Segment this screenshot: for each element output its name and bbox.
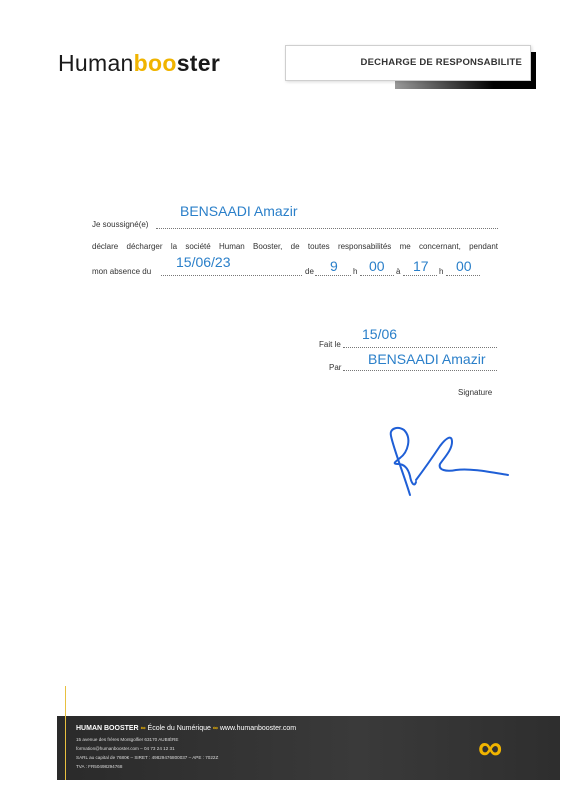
line-h2 xyxy=(403,275,437,276)
footer-legal: SARL au capital de 7680€ – SIRET : 49829… xyxy=(76,755,219,760)
title-box: DECHARGE DE RESPONSABILITE xyxy=(285,45,531,81)
footer-contact[interactable]: formation@humanbooster.com – 04 73 24 12… xyxy=(76,746,175,751)
line-soussigne xyxy=(156,228,498,229)
line-h1 xyxy=(315,275,351,276)
logo-prefix: Human xyxy=(58,50,134,76)
footer-school: École du Numérique xyxy=(147,725,211,732)
label-fait: Fait le xyxy=(319,340,341,349)
declaration-text: déclare décharger la société Human Boost… xyxy=(92,242,498,251)
line-m1 xyxy=(360,275,394,276)
line-fait xyxy=(343,347,497,348)
label-absence: mon absence du xyxy=(92,267,152,276)
footer-website[interactable]: www.humanbooster.com xyxy=(220,725,296,732)
infinity-icon: ∞ xyxy=(140,725,146,732)
value-soussigne: BENSAADI Amazir xyxy=(180,203,298,219)
value-par: BENSAADI Amazir xyxy=(368,351,486,367)
footer-tva: TVA : FR50498294768 xyxy=(76,764,123,769)
line-m2 xyxy=(446,275,480,276)
logo-oo: boo xyxy=(133,50,177,76)
label-par: Par xyxy=(329,363,342,372)
logo-suffix: ster xyxy=(176,50,221,76)
value-h1: 9 xyxy=(330,258,338,274)
value-date: 15/06/23 xyxy=(176,254,231,270)
document-title: DECHARGE DE RESPONSABILITE xyxy=(360,57,522,68)
label-h1: h xyxy=(353,267,358,276)
footer-address: 15 avenue des frères Montgolfier 63170 A… xyxy=(76,737,179,742)
label-signature: Signature xyxy=(458,388,493,397)
label-soussigne: Je soussigné(e) xyxy=(92,220,149,229)
value-m2: 00 xyxy=(456,258,472,274)
footer-accent-bar xyxy=(65,686,66,780)
humanbooster-logo: Humanbooster xyxy=(58,50,220,77)
line-par xyxy=(343,370,497,371)
label-a: à xyxy=(396,267,401,276)
value-m1: 00 xyxy=(369,258,385,274)
label-h2: h xyxy=(439,267,444,276)
value-h2: 17 xyxy=(413,258,429,274)
infinity-icon-2: ∞ xyxy=(212,725,218,732)
footer-infinity-logo-icon: ∞ xyxy=(478,729,503,767)
value-fait: 15/06 xyxy=(362,326,398,342)
footer-brand: HUMAN BOOSTER xyxy=(76,725,139,732)
label-de: de xyxy=(305,267,314,276)
handwritten-signature xyxy=(389,427,509,496)
footer-headline: HUMAN BOOSTER ∞ École du Numérique ∞ www… xyxy=(76,725,296,732)
line-date xyxy=(161,275,302,276)
